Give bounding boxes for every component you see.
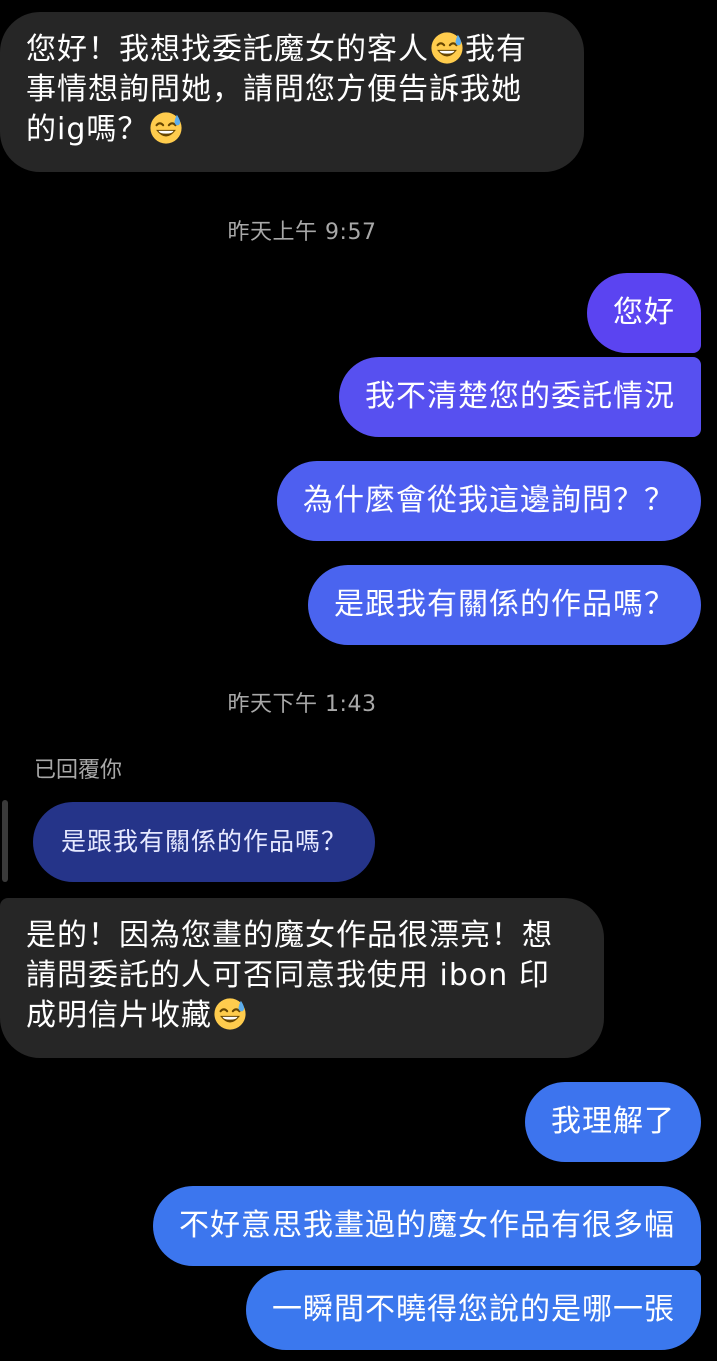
- message-text: 成明信片收藏: [26, 998, 212, 1033]
- timestamp: 昨天上午 9:57: [227, 220, 377, 245]
- message-line: 的ig嗎？: [26, 110, 558, 150]
- message-line: 請問委託的人可否同意我使用 ibon 印: [26, 958, 550, 993]
- quoted-message[interactable]: 是跟我有關係的作品嗎？: [33, 802, 376, 882]
- grinning-face-with-sweat-icon: [149, 111, 183, 145]
- incoming-message-1[interactable]: 您好！我想找委託魔女的客人 我有 事情想詢問她，請問您方便告訴我她 的ig嗎？: [0, 12, 584, 172]
- timestamp: 昨天下午 1:43: [227, 692, 377, 717]
- message-line: 是的！因為您畫的魔女作品很漂亮！想: [26, 918, 553, 953]
- message-line: 事情想詢問她，請問您方便告訴我她: [26, 72, 522, 107]
- outgoing-message[interactable]: 一瞬間不曉得您說的是哪一張: [246, 1270, 701, 1350]
- outgoing-message[interactable]: 不好意思我畫過的魔女作品有很多幅: [153, 1186, 701, 1266]
- grinning-face-with-sweat-icon: [213, 997, 247, 1031]
- incoming-message-2[interactable]: 是的！因為您畫的魔女作品很漂亮！想 請問委託的人可否同意我使用 ibon 印 成…: [0, 898, 604, 1058]
- outgoing-message[interactable]: 您好: [587, 273, 701, 353]
- message-text: 我有: [465, 32, 527, 67]
- message-line: 您好！我想找委託魔女的客人 我有: [26, 30, 558, 70]
- message-line: 成明信片收藏: [26, 996, 578, 1036]
- message-text: 您好！我想找委託魔女的客人: [26, 32, 429, 67]
- grinning-face-with-sweat-icon: [430, 31, 464, 65]
- outgoing-message[interactable]: 我不清楚您的委託情況: [339, 357, 701, 437]
- reply-indicator-bar: [2, 800, 8, 882]
- reply-label: 已回覆你: [34, 758, 123, 783]
- outgoing-message[interactable]: 我理解了: [525, 1082, 701, 1162]
- outgoing-message[interactable]: 是跟我有關係的作品嗎？: [308, 565, 701, 645]
- outgoing-message[interactable]: 為什麼會從我這邊詢問？？: [277, 461, 701, 541]
- message-text: 的ig嗎？: [26, 112, 149, 147]
